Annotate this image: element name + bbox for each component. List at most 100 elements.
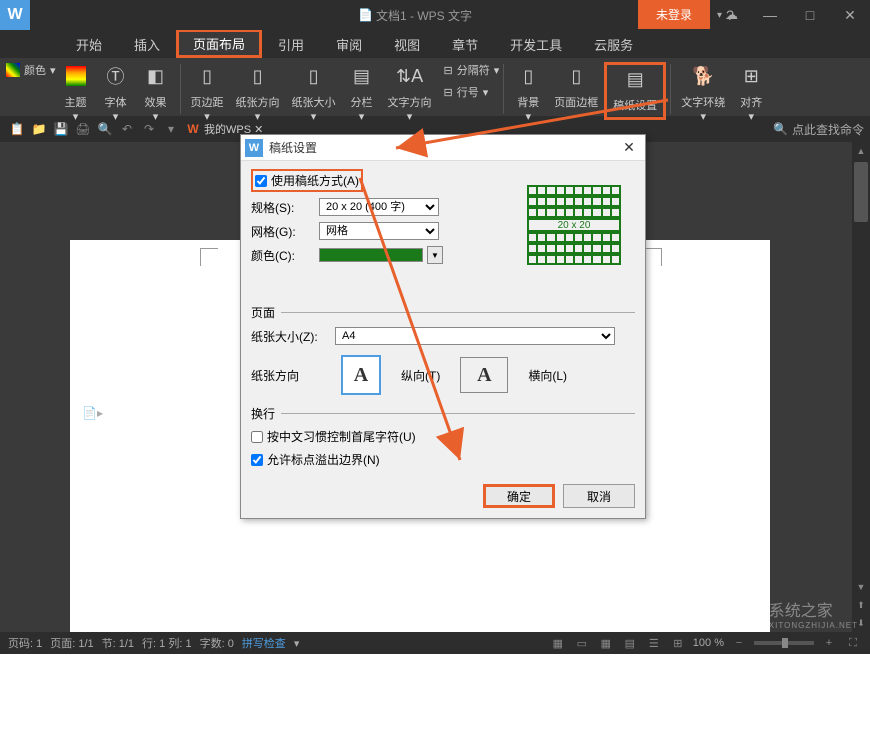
theme-button[interactable]: 主题 ▾	[56, 62, 96, 123]
search-icon: 🔍	[773, 122, 788, 136]
background-icon: ▯	[514, 62, 542, 90]
qat-undo[interactable]: ↶	[116, 118, 138, 140]
orientation-label: 纸张方向	[251, 367, 321, 384]
menu-view[interactable]: 视图	[378, 31, 436, 58]
menu-devtools[interactable]: 开发工具	[494, 31, 578, 58]
status-chars[interactable]: 字数: 0	[200, 635, 234, 651]
use-manuscript-checkbox[interactable]	[255, 175, 267, 187]
manuscript-settings-button[interactable]: ▤ 稿纸设置	[604, 62, 666, 120]
columns-icon: ▤	[348, 62, 376, 90]
command-search[interactable]: 🔍 点此查找命令	[773, 121, 864, 138]
status-page[interactable]: 页面: 1/1	[50, 635, 93, 651]
menu-page-layout[interactable]: 页面布局	[176, 29, 262, 58]
font-icon: Ⓣ	[102, 62, 130, 90]
color-label: 颜色(C):	[251, 247, 315, 264]
columns-button[interactable]: ▤ 分栏 ▾	[342, 62, 382, 123]
zoom-slider[interactable]	[754, 641, 814, 645]
page-fieldset: 页面 纸张大小(Z): A4 纸张方向 A 纵向(T) A 横向(L)	[251, 304, 635, 395]
grid-select[interactable]: 网格	[319, 222, 439, 240]
dialog-close-button[interactable]: ✕	[617, 138, 641, 158]
zoom-in[interactable]: +	[820, 634, 838, 652]
background-button[interactable]: ▯ 背景 ▾	[508, 62, 548, 123]
zoom-settings[interactable]: ⊞	[669, 634, 687, 652]
use-manuscript-checkbox-row[interactable]: 使用稿纸方式(A)	[251, 169, 363, 192]
dialog-title: 稿纸设置	[269, 139, 317, 156]
status-divider: ▾	[294, 637, 300, 650]
status-position[interactable]: 行: 1 列: 1	[142, 635, 192, 651]
cancel-button[interactable]: 取消	[563, 484, 635, 508]
landscape-label: 横向(L)	[528, 367, 567, 384]
status-page-num[interactable]: 页码: 1	[8, 635, 42, 651]
qat-redo[interactable]: ↷	[138, 118, 160, 140]
portrait-label: 纵向(T)	[401, 367, 440, 384]
menu-reference[interactable]: 引用	[262, 31, 320, 58]
watermark: ⌂ 系统之家 XITONGZHIJIA.NET	[746, 597, 858, 630]
qat-open[interactable]: 📁	[28, 118, 50, 140]
theme-color[interactable]: 颜色 ▾	[6, 62, 56, 78]
spec-select[interactable]: 20 x 20 (400 字)	[319, 198, 439, 216]
menu-chapter[interactable]: 章节	[436, 31, 494, 58]
view-print[interactable]: ▦	[549, 634, 567, 652]
status-spell[interactable]: 拼写检查	[242, 635, 286, 651]
allow-punct-label: 允许标点溢出边界(N)	[267, 451, 380, 468]
qat-more[interactable]: ▾	[160, 118, 182, 140]
qat-save2[interactable]: 💾	[50, 118, 72, 140]
maximize-button[interactable]: □	[790, 0, 830, 30]
status-section[interactable]: 节: 1/1	[102, 635, 134, 651]
nav-pane-icon[interactable]: 📄▸	[82, 406, 103, 420]
menu-start[interactable]: 开始	[60, 31, 118, 58]
paper-size-select[interactable]: A4	[335, 327, 615, 345]
font-button[interactable]: Ⓣ 字体 ▾	[96, 62, 136, 123]
page-borders-button[interactable]: ▯ 页面边框	[548, 62, 604, 110]
statusbar: 页码: 1 页面: 1/1 节: 1/1 行: 1 列: 1 字数: 0 拼写检…	[0, 632, 870, 654]
cjk-wrap-checkbox[interactable]	[251, 431, 263, 443]
portrait-button[interactable]: A	[341, 355, 381, 395]
watermark-icon: ⌂	[746, 598, 763, 630]
menu-cloud[interactable]: 云服务	[578, 31, 649, 58]
dialog-titlebar[interactable]: W 稿纸设置 ✕	[241, 135, 645, 161]
qat-preview[interactable]: 🔍	[94, 118, 116, 140]
landscape-button[interactable]: A	[460, 357, 508, 393]
margin-marker-right	[644, 248, 662, 266]
qat-print[interactable]: 🖨	[72, 118, 94, 140]
ribbon: 颜色 ▾ 主题 ▾ Ⓣ 字体 ▾ ◧ 效果 ▾ ▯ 页边距 ▾ ▯ 纸张方向 ▾…	[0, 58, 870, 116]
paper-size-button[interactable]: ▯ 纸张大小 ▾	[286, 62, 342, 123]
close-button[interactable]: ✕	[830, 0, 870, 30]
document-title: 文档1 - WPS 文字	[376, 7, 472, 24]
margins-button[interactable]: ▯ 页边距 ▾	[185, 62, 230, 123]
align-button[interactable]: ⊞ 对齐 ▾	[731, 62, 771, 123]
wrap-button[interactable]: 🐕 文字环绕 ▾	[675, 62, 731, 123]
help-button[interactable]: ?	[710, 0, 750, 30]
ok-button[interactable]: 确定	[483, 484, 555, 508]
orientation-button[interactable]: ▯ 纸张方向 ▾	[230, 62, 286, 123]
qat-wps-special[interactable]: W	[182, 118, 204, 140]
scroll-up[interactable]: ▲	[852, 142, 870, 160]
vertical-scrollbar[interactable]: ▲ ▼ ⬆ ⬇	[852, 142, 870, 632]
color-swatch[interactable]	[319, 248, 423, 262]
align-icon: ⊞	[737, 62, 765, 90]
text-direction-icon: ⇅A	[396, 62, 424, 90]
view-web[interactable]: ▦	[597, 634, 615, 652]
manuscript-dialog: W 稿纸设置 ✕ 使用稿纸方式(A) 规格(S): 20 x 20 (400 字…	[240, 134, 646, 519]
paper-size-label: 纸张大小(Z):	[251, 328, 331, 345]
color-dropdown[interactable]: ▼	[427, 246, 443, 264]
view-read[interactable]: ▭	[573, 634, 591, 652]
view-draft[interactable]: ☰	[645, 634, 663, 652]
scroll-down[interactable]: ▼	[852, 578, 870, 596]
breaks-button[interactable]: ⊟ 分隔符 ▾	[444, 62, 500, 78]
scroll-thumb[interactable]	[854, 162, 868, 222]
qat-save[interactable]: 📋	[6, 118, 28, 140]
effects-button[interactable]: ◧ 效果 ▾	[136, 62, 176, 123]
menu-review[interactable]: 审阅	[320, 31, 378, 58]
minimize-button[interactable]: —	[750, 0, 790, 30]
menu-insert[interactable]: 插入	[118, 31, 176, 58]
zoom-level[interactable]: 100 %	[693, 637, 724, 649]
view-outline[interactable]: ▤	[621, 634, 639, 652]
fullscreen[interactable]: ⛶	[844, 634, 862, 652]
text-direction-button[interactable]: ⇅A 文字方向 ▾	[382, 62, 438, 123]
zoom-out[interactable]: −	[730, 634, 748, 652]
line-numbers-button[interactable]: ⊟ 行号 ▾	[444, 84, 500, 100]
cjk-wrap-label: 按中文习惯控制首尾字符(U)	[267, 428, 416, 445]
login-button[interactable]: 未登录	[638, 0, 710, 29]
allow-punct-checkbox[interactable]	[251, 454, 263, 466]
